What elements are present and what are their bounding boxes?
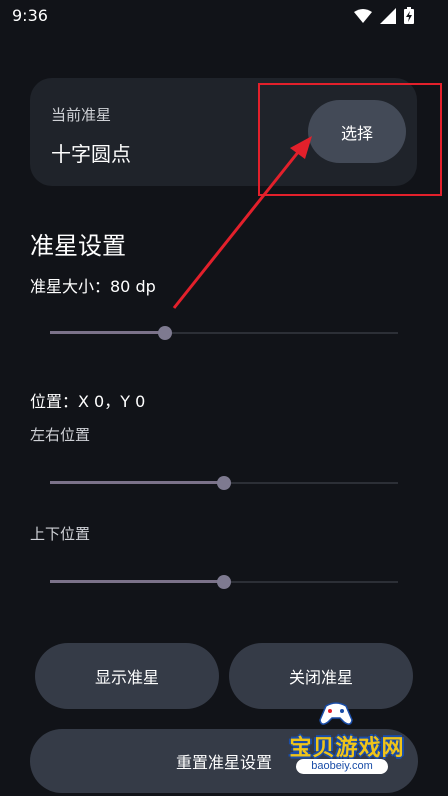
section-title: 准星设置 xyxy=(30,232,126,260)
battery-charging-icon xyxy=(404,7,414,24)
crosshair-size-slider[interactable] xyxy=(50,323,398,343)
slider-thumb[interactable] xyxy=(157,326,172,340)
status-bar: 9:36 xyxy=(0,0,448,32)
wifi-icon xyxy=(354,8,372,23)
watermark-logo: 宝贝游戏网 baobeiy.com xyxy=(272,700,422,780)
horizontal-position-slider[interactable] xyxy=(50,473,398,493)
current-crosshair-value: 十字圆点 xyxy=(51,142,131,166)
slider-thumb[interactable] xyxy=(217,575,231,589)
horizontal-position-label: 左右位置 xyxy=(30,426,91,444)
current-crosshair-label: 当前准星 xyxy=(51,106,112,124)
crosshair-size-label: 准星大小：80 dp xyxy=(30,277,156,296)
vertical-position-label: 上下位置 xyxy=(30,525,91,543)
position-label: 位置：X 0，Y 0 xyxy=(30,392,146,411)
slider-fill xyxy=(50,481,224,484)
watermark-text: 宝贝游戏网 xyxy=(289,736,405,761)
slider-fill xyxy=(50,331,165,334)
status-icons xyxy=(354,7,414,24)
gamepad-icon xyxy=(319,702,353,725)
status-time: 9:36 xyxy=(12,6,48,25)
slider-fill xyxy=(50,580,224,583)
slider-thumb[interactable] xyxy=(217,476,231,490)
signal-icon xyxy=(380,7,396,24)
vertical-position-slider[interactable] xyxy=(50,572,398,592)
watermark-url: baobeiy.com xyxy=(296,759,388,774)
show-crosshair-button[interactable]: 显示准星 xyxy=(35,643,219,709)
annotation-highlight-box xyxy=(258,83,442,196)
